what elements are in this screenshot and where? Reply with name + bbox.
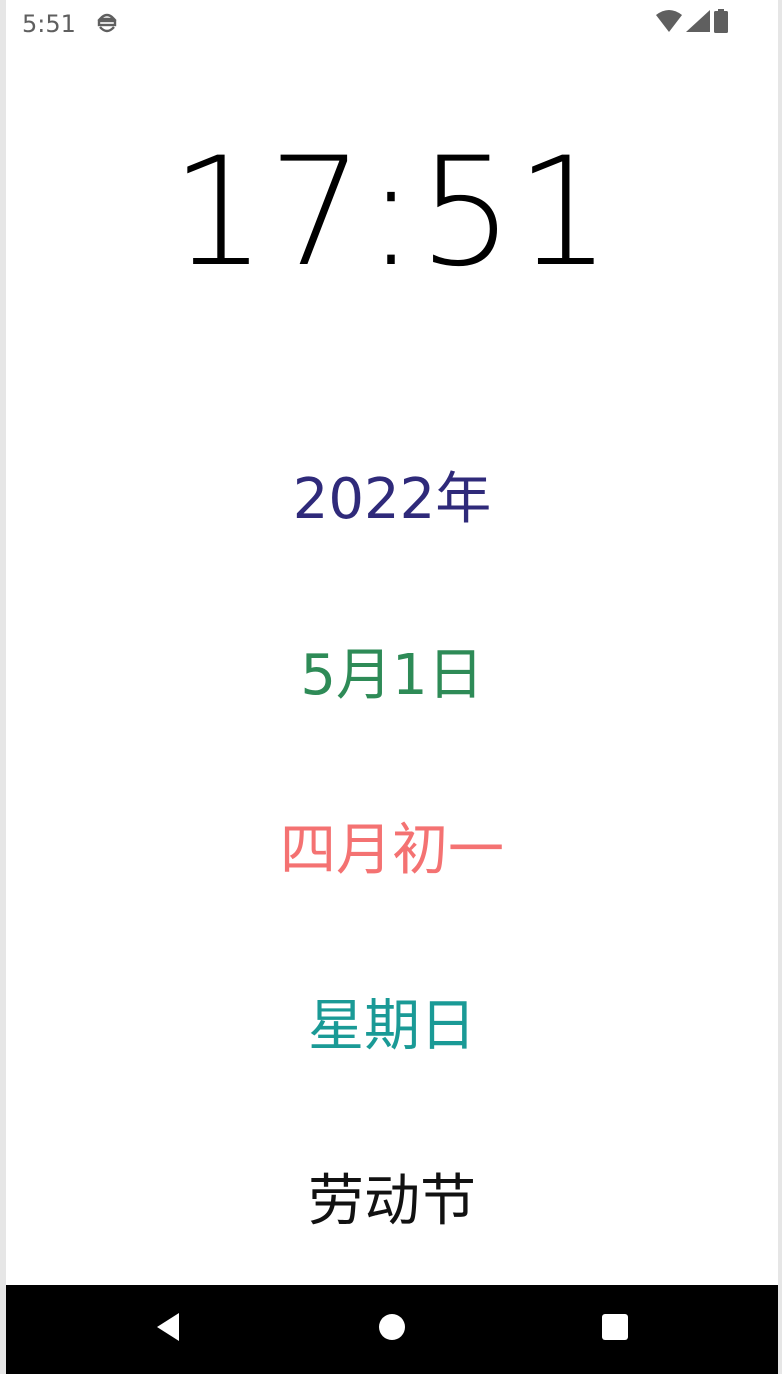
battery-icon [714, 9, 728, 37]
app-screen: 5:51 17:51 2022年 5月1日 四月初一 星期日 劳动节 [6, 0, 778, 1374]
navigation-bar [6, 1285, 778, 1374]
home-button[interactable] [368, 1305, 416, 1353]
recents-button[interactable] [591, 1305, 639, 1353]
status-bar: 5:51 [6, 0, 778, 48]
clock-time: 17:51 [170, 126, 614, 300]
home-circle-icon [377, 1312, 407, 1346]
date-text: 5月1日 [300, 643, 484, 708]
year-text: 2022年 [292, 467, 492, 532]
holiday-text: 劳动节 [308, 1169, 476, 1234]
back-triangle-icon [153, 1311, 183, 1347]
back-button[interactable] [144, 1305, 192, 1353]
recents-square-icon [600, 1312, 630, 1346]
wifi-icon [656, 10, 682, 36]
android-debug-icon [96, 11, 118, 35]
lunar-date-text: 四月初一 [280, 818, 504, 883]
status-time: 5:51 [22, 10, 76, 38]
cell-signal-icon [686, 10, 710, 36]
weekday-text: 星期日 [308, 994, 476, 1059]
status-icons [656, 9, 728, 37]
